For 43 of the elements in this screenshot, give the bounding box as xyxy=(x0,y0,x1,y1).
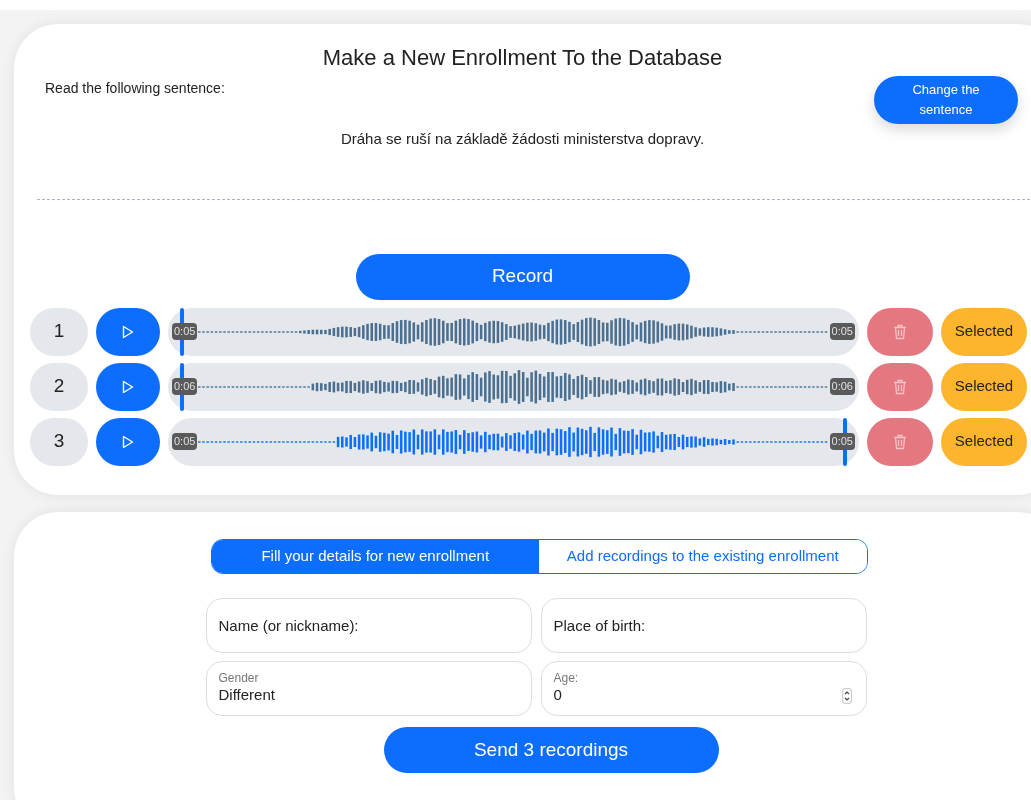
waveform[interactable]: 0:06 0:06 xyxy=(168,362,859,411)
waveform[interactable]: 0:05 0:05 xyxy=(168,417,859,466)
delete-button[interactable] xyxy=(867,417,933,466)
text-field[interactable]: Name (or nickname): xyxy=(205,598,532,653)
enrollment-tab[interactable]: Fill your details for new enrollment xyxy=(211,540,539,573)
trash-icon xyxy=(893,378,907,395)
selected-button[interactable]: Selected xyxy=(941,362,1027,411)
recording-number: 1 xyxy=(30,307,88,356)
selected-button[interactable]: Selected xyxy=(941,307,1027,356)
select-field[interactable]: Gender Different xyxy=(205,661,532,716)
sentence-text: Dráha se ruší na základě žádosti ministerstva dopravy. xyxy=(339,129,706,149)
start-time: 0:05 xyxy=(172,322,198,340)
play-button[interactable] xyxy=(96,362,160,411)
field-value: 0 xyxy=(553,685,563,705)
waveform[interactable]: 0:05 0:05 xyxy=(168,307,859,356)
field-value: Different xyxy=(218,685,276,705)
text-field[interactable]: Place of birth: xyxy=(540,598,867,653)
recording-number: 2 xyxy=(30,362,88,411)
field-label: Age: xyxy=(553,671,580,685)
spinner-icon[interactable] xyxy=(841,688,852,704)
instruction-text: Read the following sentence: xyxy=(45,79,226,98)
play-icon xyxy=(122,434,134,449)
play-icon xyxy=(122,379,134,394)
end-time: 0:05 xyxy=(829,322,855,340)
recording-number: 3 xyxy=(30,417,88,466)
selected-button[interactable]: Selected xyxy=(941,417,1027,466)
record-button[interactable]: Record xyxy=(355,253,690,300)
field-label: Gender xyxy=(218,671,260,685)
play-button[interactable] xyxy=(96,417,160,466)
change-sentence-button[interactable]: Change the sentence xyxy=(874,76,1018,124)
end-time: 0:05 xyxy=(829,432,855,450)
delete-button[interactable] xyxy=(867,362,933,411)
end-time: 0:06 xyxy=(829,377,855,395)
play-icon xyxy=(122,324,134,339)
trash-icon xyxy=(893,433,907,450)
start-time: 0:06 xyxy=(172,377,198,395)
trash-icon xyxy=(893,323,907,340)
page-title: Make a New Enrollment To the Database xyxy=(321,44,724,72)
play-button[interactable] xyxy=(96,307,160,356)
number-field[interactable]: Age: 0 xyxy=(540,661,867,716)
delete-button[interactable] xyxy=(867,307,933,356)
start-time: 0:05 xyxy=(172,432,198,450)
send-button[interactable]: Send 3 recordings xyxy=(383,727,719,773)
